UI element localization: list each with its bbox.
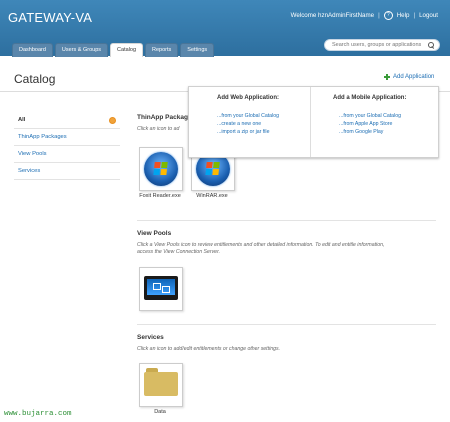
user-menu: Welcome hznAdminFirstName | ? Help | Log…: [291, 11, 438, 20]
app-tile-label: Foxit Reader.exe: [139, 193, 181, 199]
thinapp-section-desc: Click an icon to ad: [137, 126, 180, 132]
mobile-from-global-catalog-link[interactable]: ...from your Global Catalog: [339, 113, 401, 119]
add-web-app-column: Add Web Application: ...from your Global…: [189, 87, 311, 157]
mobile-from-app-store-link[interactable]: ...from Apple App Store: [339, 121, 392, 127]
service-tile-data[interactable]: [139, 363, 183, 407]
catalog-filter-sidebar: All ThinApp Packages View Pools Services: [14, 112, 120, 180]
sidebar-item-all[interactable]: All: [14, 112, 120, 129]
folder-icon: [144, 368, 178, 396]
catalog-page: Catalog Add Application All ThinApp Pack…: [0, 56, 450, 422]
top-header: GATEWAY-VA Welcome hznAdminFirstName | ?…: [0, 0, 450, 57]
page-title: Catalog: [14, 72, 56, 86]
services-section-desc: Click an icon to add/edit entitlements o…: [137, 346, 281, 352]
add-mobile-app-column: Add a Mobile Application: ...from your G…: [311, 87, 438, 157]
web-create-new-link[interactable]: ...create a new one: [217, 121, 261, 127]
section-divider: [137, 220, 436, 221]
logout-link[interactable]: Logout: [419, 12, 438, 19]
sidebar-item-view-pools[interactable]: View Pools: [14, 146, 120, 163]
plus-icon: [384, 74, 390, 80]
tab-catalog[interactable]: Catalog: [110, 43, 144, 57]
brand-title: GATEWAY-VA: [8, 10, 93, 25]
header-separator: |: [413, 12, 416, 19]
watermark-text: www.bujarra.com: [4, 410, 72, 418]
web-from-global-catalog-link[interactable]: ...from your Global Catalog: [217, 113, 279, 119]
header-separator: |: [378, 12, 380, 19]
sidebar-item-thinapp-packages[interactable]: ThinApp Packages: [14, 129, 120, 146]
welcome-user-link[interactable]: Welcome hznAdminFirstName: [291, 12, 374, 19]
tab-reports[interactable]: Reports: [145, 43, 179, 57]
app-tile-foxit-reader[interactable]: [139, 147, 183, 191]
gear-icon[interactable]: [109, 117, 116, 124]
search-input[interactable]: [330, 41, 428, 49]
help-link[interactable]: Help: [397, 12, 410, 19]
view-pool-tile[interactable]: [139, 267, 183, 311]
main-tabs: Dashboard Users & Groups Catalog Reports…: [12, 43, 215, 57]
tab-settings[interactable]: Settings: [180, 43, 215, 57]
thinapp-section-title: ThinApp Packag: [137, 114, 188, 121]
desktop-pool-icon: [144, 276, 178, 300]
mobile-from-google-play-link[interactable]: ...from Google Play: [339, 129, 383, 135]
add-application-dropdown: Add Web Application: ...from your Global…: [188, 86, 439, 158]
service-tile-label: Data: [154, 409, 166, 415]
tab-users-groups[interactable]: Users & Groups: [54, 43, 109, 57]
app-tile-label: WinRAR.exe: [196, 193, 228, 199]
add-application-button[interactable]: Add Application: [384, 74, 434, 80]
add-mobile-app-heading: Add a Mobile Application:: [333, 95, 407, 101]
add-web-app-heading: Add Web Application:: [217, 95, 279, 101]
add-application-label: Add Application: [393, 74, 435, 80]
windows-logo-icon: [144, 152, 178, 186]
sidebar-item-services[interactable]: Services: [14, 163, 120, 180]
view-pools-desc-line: access the View Connection Server.: [137, 249, 221, 255]
search-icon[interactable]: [427, 41, 434, 49]
help-icon[interactable]: ?: [383, 11, 393, 20]
view-pools-section-desc: Click a View Pools icon to review entitl…: [137, 242, 437, 256]
services-section-title: Services: [137, 334, 164, 341]
search-box: [324, 39, 440, 51]
section-divider: [137, 324, 436, 325]
web-import-file-link[interactable]: ...import a zip or jar file: [217, 129, 269, 135]
view-pools-section-title: View Pools: [137, 230, 172, 237]
sidebar-item-label: All: [18, 117, 26, 123]
tab-dashboard[interactable]: Dashboard: [12, 43, 53, 57]
view-pools-desc-line: Click a View Pools icon to review entitl…: [137, 242, 385, 248]
